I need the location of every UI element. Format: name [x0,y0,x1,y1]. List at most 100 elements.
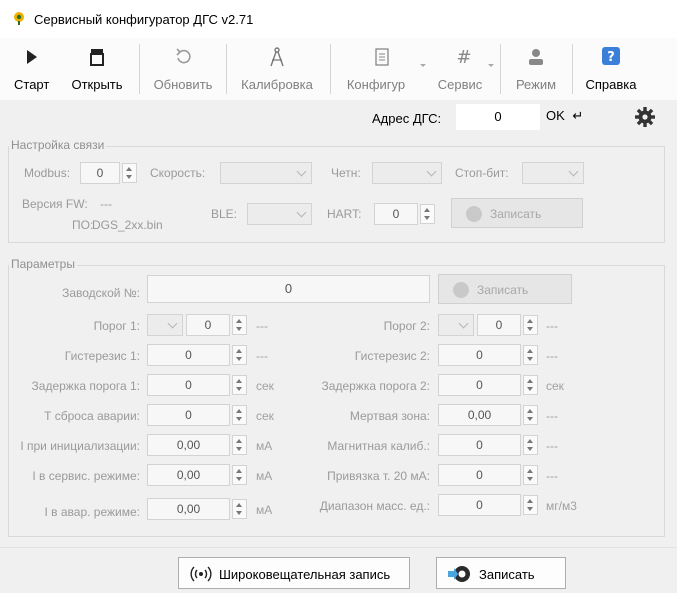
spin-up-icon [236,469,242,473]
magcal-input[interactable]: 0 [438,434,521,456]
delay1-spinner[interactable] [232,375,247,395]
hash-icon: # [456,47,471,68]
delay2-spinner[interactable] [523,375,538,395]
chevron-down-icon [488,64,494,67]
comm-write-label: Записать [490,207,542,221]
spin-down-icon [236,417,242,421]
modbus-label: Modbus: [24,166,71,180]
threshold2-select[interactable] [438,314,474,336]
fw-value: --- [100,197,112,211]
ble-select[interactable] [247,203,312,225]
address-input[interactable]: 0 [456,104,540,130]
refresh-icon [176,48,191,64]
spin-down-icon [126,175,132,179]
spin-up-icon [424,208,430,212]
bind20-input[interactable]: 0 [438,464,521,486]
iservice-label: I в сервис. режиме: [32,469,140,483]
delay1-input[interactable]: 0 [147,374,230,396]
spin-down-icon [236,327,242,331]
broadcast-write-button[interactable]: Широковещательная запись [178,557,410,589]
iinit-input[interactable]: 0,00 [147,434,230,456]
footer-write-button[interactable]: Записать [436,557,566,589]
mode-label: Режим [515,77,557,92]
delay2-input[interactable]: 0 [438,374,521,396]
toolbar-divider [139,44,140,94]
spin-up-icon [527,379,533,383]
spin-down-icon [527,507,533,511]
magcal-spinner[interactable] [523,435,538,455]
help-button[interactable]: ? Справка [578,42,644,98]
magcal-label: Магнитная калиб.: [327,439,430,453]
stopbit-label: Стоп-бит: [455,166,509,180]
deadzone-spinner[interactable] [523,405,538,425]
chevron-down-icon [420,64,426,67]
hyst2-spinner[interactable] [523,345,538,365]
comm-write-button[interactable]: Записать [451,198,583,228]
ok-button[interactable]: OK ↵ [546,108,592,128]
bind20-spinner[interactable] [523,465,538,485]
spin-up-icon [527,439,533,443]
hyst1-input[interactable]: 0 [147,344,230,366]
threshold1-select[interactable] [147,314,183,336]
range-spinner[interactable] [523,495,538,515]
svg-text:#: # [456,47,471,68]
chevron-down-icon [167,318,178,329]
hart-input[interactable]: 0 [374,203,418,225]
po-value: DGS_2xx.bin [92,218,163,232]
iservice-spinner[interactable] [232,465,247,485]
start-label: Старт [14,77,50,92]
threshold1-input[interactable]: 0 [186,314,230,336]
start-button[interactable]: Старт [14,42,50,98]
play-icon [27,50,37,64]
hart-spinner[interactable] [420,204,435,224]
open-file-icon [90,49,104,66]
svg-text:?: ? [607,50,615,65]
stopbit-select[interactable] [522,162,584,184]
spin-up-icon [527,469,533,473]
ialarm-spinner[interactable] [232,499,247,519]
hyst1-spinner[interactable] [232,345,247,365]
mode-button[interactable]: Режим [504,42,568,98]
speed-select[interactable] [220,162,312,184]
serial-input[interactable]: 0 [147,275,430,303]
config-button[interactable]: Конфигур [336,42,428,98]
chevron-down-icon [296,207,307,218]
params-title: Параметры [9,257,77,271]
modbus-spinner[interactable] [122,163,137,183]
ialarm-input[interactable]: 0,00 [147,498,230,520]
calibration-button[interactable]: Калибровка [232,42,322,98]
hart-label: HART: [327,207,362,221]
refresh-button[interactable]: Обновить [146,42,220,98]
deadzone-input[interactable]: 0,00 [438,404,521,426]
service-button[interactable]: # Сервис [432,42,496,98]
iservice-input[interactable]: 0,00 [147,464,230,486]
deadzone-label: Мертвая зона: [349,409,430,423]
threshold2-spinner[interactable] [523,315,538,335]
broadcast-icon [190,566,212,582]
threshold1-spinner[interactable] [232,315,247,335]
ok-label: OK [546,108,565,123]
range-input[interactable]: 0 [438,494,521,516]
iinit-spinner[interactable] [232,435,247,455]
spin-up-icon [126,167,132,171]
spin-up-icon [236,379,242,383]
spin-up-icon [236,409,242,413]
delay2-unit: сек [546,379,564,393]
user-icon [529,49,543,65]
magcal-unit: --- [546,439,558,453]
spin-down-icon [527,357,533,361]
parity-select[interactable] [372,162,442,184]
gear-icon[interactable] [634,106,656,128]
params-write-button[interactable]: Записать [438,274,572,304]
iinit-unit: мА [256,439,273,453]
open-button[interactable]: Открыть [64,42,130,98]
address-label: Адрес ДГС: [372,111,442,126]
reset-input[interactable]: 0 [147,404,230,426]
modbus-input[interactable]: 0 [80,162,120,184]
reset-spinner[interactable] [232,405,247,425]
hyst2-input[interactable]: 0 [438,344,521,366]
spin-up-icon [527,319,533,323]
hyst1-label: Гистерезис 1: [64,349,140,363]
threshold2-input[interactable]: 0 [477,314,521,336]
help-label: Справка [585,77,637,92]
